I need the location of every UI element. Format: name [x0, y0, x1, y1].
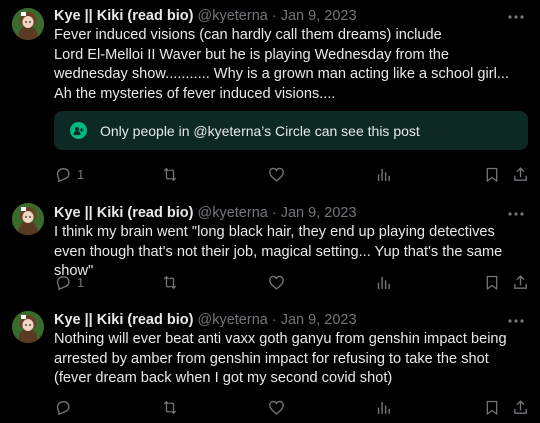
reply-icon — [56, 400, 70, 415]
views-button[interactable] — [375, 272, 392, 292]
timestamp[interactable]: Jan 9, 2023 — [281, 8, 357, 24]
tweet-feed: Kye || Kiki (read bio) @kyeterna · Jan 9… — [0, 0, 540, 423]
circle-notice: Only people in @kyeterna’s Circle can se… — [54, 111, 528, 150]
share-icon — [514, 166, 527, 181]
share-button[interactable] — [512, 397, 529, 417]
circle-people-icon — [70, 122, 87, 139]
retweet-icon — [163, 400, 177, 414]
like-button[interactable] — [268, 164, 285, 184]
retweet-button[interactable] — [161, 272, 179, 292]
views-button[interactable] — [375, 397, 392, 417]
tweet-actions: 1 — [54, 164, 540, 184]
tweet[interactable]: Kye || Kiki (read bio) @kyeterna · Jan 9… — [0, 194, 540, 299]
views-icon — [377, 276, 390, 289]
reply-button[interactable] — [54, 397, 77, 417]
share-icon — [514, 274, 527, 289]
retweet-button[interactable] — [161, 397, 179, 417]
timestamp[interactable]: Jan 9, 2023 — [281, 312, 357, 328]
retweet-button[interactable] — [161, 164, 179, 184]
bookmark-button[interactable] — [484, 164, 500, 184]
tweet-text: Fever induced visions (can hardly call t… — [54, 27, 510, 102]
handle[interactable]: @kyeterna — [197, 8, 267, 24]
bookmark-button[interactable] — [484, 272, 500, 292]
timestamp[interactable]: Jan 9, 2023 — [281, 205, 357, 221]
reply-count: 1 — [77, 166, 85, 182]
handle[interactable]: @kyeterna — [197, 312, 267, 328]
display-name[interactable]: Kye || Kiki (read bio) — [54, 8, 193, 24]
separator: · — [271, 8, 277, 24]
tweet[interactable]: Kye || Kiki (read bio) @kyeterna · Jan 9… — [0, 0, 540, 194]
tweet-actions — [54, 397, 540, 417]
bookmark-icon — [486, 400, 498, 415]
display-name[interactable]: Kye || Kiki (read bio) — [54, 312, 193, 328]
reply-count: 1 — [77, 274, 85, 290]
handle[interactable]: @kyeterna — [197, 205, 267, 221]
tweet[interactable]: Kye || Kiki (read bio) @kyeterna · Jan 9… — [0, 299, 540, 423]
bookmark-button[interactable] — [484, 397, 500, 417]
retweet-icon — [163, 275, 177, 289]
reply-icon — [56, 167, 70, 182]
like-button[interactable] — [268, 397, 285, 417]
avatar[interactable] — [12, 203, 44, 235]
display-name[interactable]: Kye || Kiki (read bio) — [54, 205, 193, 221]
more-horizontal-icon[interactable] — [506, 311, 526, 331]
tweet-actions: 1 — [54, 272, 540, 292]
more-horizontal-icon[interactable] — [506, 204, 526, 224]
tweet-header: Kye || Kiki (read bio) @kyeterna · Jan 9… — [54, 203, 510, 223]
avatar[interactable] — [12, 8, 44, 40]
share-button[interactable] — [512, 164, 529, 184]
avatar[interactable] — [12, 311, 44, 343]
retweet-icon — [163, 167, 177, 181]
circle-notice-text: Only people in @kyeterna’s Circle can se… — [100, 122, 420, 139]
separator: · — [271, 205, 277, 221]
heart-icon — [269, 167, 284, 182]
heart-icon — [269, 275, 284, 290]
share-icon — [514, 399, 527, 414]
bookmark-icon — [486, 167, 498, 182]
views-icon — [377, 168, 390, 181]
reply-button[interactable]: 1 — [54, 272, 84, 292]
share-button[interactable] — [512, 272, 529, 292]
views-button[interactable] — [375, 164, 392, 184]
separator: · — [271, 312, 277, 328]
heart-icon — [269, 400, 284, 415]
views-icon — [377, 401, 390, 414]
bookmark-icon — [486, 275, 498, 290]
reply-button[interactable]: 1 — [54, 164, 84, 184]
tweet-text: Nothing will ever beat anti vaxx goth ga… — [54, 331, 507, 386]
like-button[interactable] — [268, 272, 285, 292]
tweet-header: Kye || Kiki (read bio) @kyeterna · Jan 9… — [54, 6, 510, 26]
more-horizontal-icon[interactable] — [506, 7, 526, 27]
reply-icon — [56, 275, 70, 290]
tweet-header: Kye || Kiki (read bio) @kyeterna · Jan 9… — [54, 310, 510, 330]
